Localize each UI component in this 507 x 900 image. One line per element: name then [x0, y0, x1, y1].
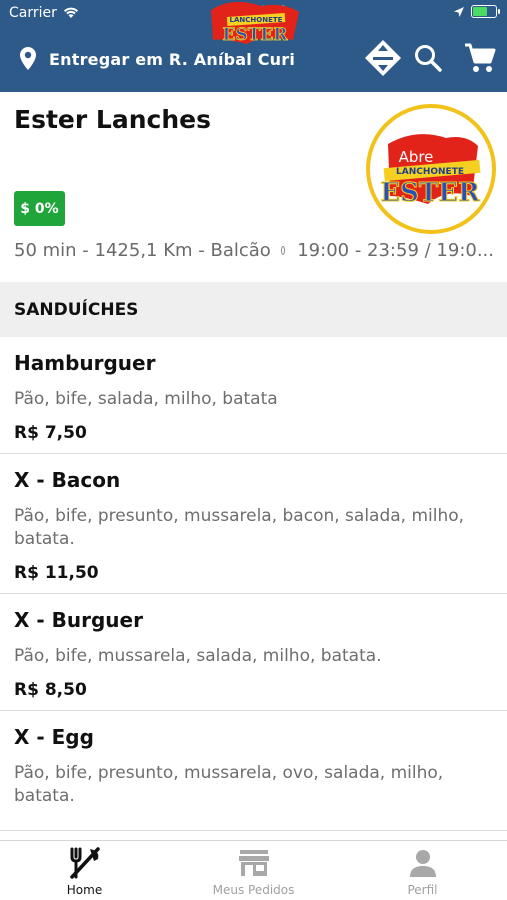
item-description: Pão, bife, presunto, mussarela, ovo, sal… [14, 763, 444, 806]
separator-dot-icon [280, 246, 286, 255]
fork-knife-icon [68, 847, 102, 879]
store-icon [237, 847, 271, 879]
brand-logo: LANCHONETE ESTER [211, 1, 299, 45]
item-price: R$ 11,50 [14, 563, 99, 583]
item-name: X - Egg [14, 725, 94, 749]
menu-item[interactable]: X - Bacon Pão, bife, presunto, mussarela… [0, 454, 507, 594]
item-description: Pão, bife, salada, milho, batata [14, 389, 278, 409]
svg-text:LANCHONETE: LANCHONETE [396, 167, 464, 177]
delivery-address[interactable]: Entregar em R. Aníbal Curi [18, 44, 295, 74]
tab-label: Home [66, 883, 103, 897]
item-name: Hamburguer [14, 351, 156, 375]
item-price: R$ 7,50 [14, 423, 87, 443]
battery-icon [471, 5, 500, 18]
svg-text:Abre: Abre [399, 148, 434, 166]
search-button[interactable] [408, 38, 448, 78]
sort-button[interactable] [363, 38, 403, 78]
item-name: X - Burguer [14, 608, 143, 632]
menu-list: Hamburguer Pão, bife, salada, milho, bat… [0, 337, 507, 831]
store-name: Ester Lanches [14, 105, 211, 134]
cart-icon [465, 43, 496, 72]
delivery-info: 50 min - 1425,1 Km - Balcão [14, 240, 271, 261]
tab-meus-pedidos[interactable]: Meus Pedidos [169, 841, 338, 900]
location-arrow-icon [454, 6, 464, 17]
item-description: Pão, bife, mussarela, salada, milho, bat… [14, 646, 382, 666]
store-meta: 50 min - 1425,1 Km - Balcão 19:00 - 23:5… [14, 240, 494, 261]
svg-text:ESTER: ESTER [380, 178, 480, 208]
menu-item[interactable]: Hamburguer Pão, bife, salada, milho, bat… [0, 337, 507, 454]
location-pin-icon [20, 47, 36, 70]
category-header: SANDUÍCHES [0, 282, 507, 337]
tab-label: Meus Pedidos [212, 883, 295, 897]
address-label: Entregar em R. Aníbal Curi [49, 49, 296, 69]
svg-text:ESTER: ESTER [223, 25, 289, 45]
tab-label: Perfil [407, 883, 438, 897]
category-title: SANDUÍCHES [14, 299, 139, 320]
opening-hours: 19:00 - 23:59 / 19:0... [297, 240, 494, 261]
tab-home[interactable]: Home [0, 841, 169, 900]
sort-icon [365, 40, 401, 76]
item-price: R$ 8,50 [14, 680, 87, 700]
tab-bar: Home Meus Pedidos Perfil [0, 840, 507, 900]
menu-item[interactable]: X - Egg Pão, bife, presunto, mussarela, … [0, 711, 507, 831]
search-icon [415, 45, 442, 72]
item-description: Pão, bife, presunto, mussarela, bacon, s… [14, 506, 465, 549]
discount-badge: $ 0% [14, 191, 65, 226]
status-indicators [453, 5, 500, 18]
person-icon [406, 847, 440, 879]
tab-perfil[interactable]: Perfil [338, 841, 507, 900]
svg-text:LANCHONETE: LANCHONETE [230, 16, 283, 24]
item-name: X - Bacon [14, 468, 121, 492]
store-logo: LANCHONETE ESTER Abre [366, 104, 496, 234]
menu-item[interactable]: X - Burguer Pão, bife, mussarela, salada… [0, 594, 507, 711]
cart-button[interactable] [460, 38, 500, 78]
app-header: Carrier 2:54 PM LANCHONETE ESTER Entrega… [0, 0, 507, 92]
